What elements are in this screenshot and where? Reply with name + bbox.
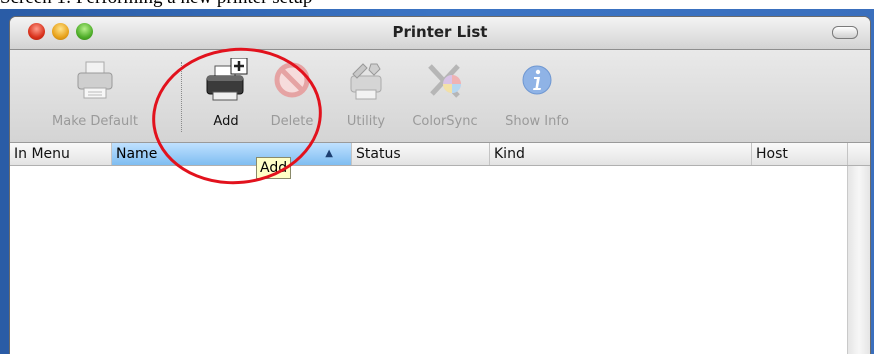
- vertical-scrollbar[interactable]: [847, 166, 870, 354]
- sort-ascending-icon: ▲: [325, 148, 333, 159]
- window-title: Printer List: [392, 23, 488, 41]
- colorsync-label: ColorSync: [412, 114, 478, 129]
- info-icon: [522, 65, 552, 95]
- make-default-button[interactable]: Make Default: [40, 58, 150, 138]
- page-caption: Screen 1: Performing a new printer setup: [0, 0, 874, 9]
- column-host[interactable]: Host: [752, 143, 848, 165]
- column-name-label: Name: [116, 146, 158, 162]
- utility-button[interactable]: Utility: [336, 58, 396, 138]
- toolbar-toggle-button[interactable]: [832, 26, 858, 39]
- column-kind[interactable]: Kind: [490, 143, 752, 165]
- utility-label: Utility: [346, 114, 386, 129]
- table-header: In Menu Name ▲ Status Kind Host: [10, 143, 870, 166]
- printer-utility-icon: [350, 63, 382, 100]
- toolbar: Make Default Add Delete Utility ColorSyn…: [10, 50, 870, 143]
- colorsync-icon: [428, 64, 461, 98]
- colorsync-button[interactable]: ColorSync: [404, 58, 486, 138]
- column-in-menu[interactable]: In Menu: [10, 143, 112, 165]
- show-info-label: Show Info: [505, 114, 569, 129]
- printer-list-window: Printer List Make Default Add Delete Uti…: [10, 17, 870, 354]
- show-info-button[interactable]: Show Info: [496, 58, 578, 138]
- column-status[interactable]: Status: [352, 143, 490, 165]
- title-bar[interactable]: Printer List: [10, 17, 870, 50]
- printer-list[interactable]: [10, 166, 848, 354]
- make-default-label: Make Default: [52, 114, 138, 129]
- printer-default-icon: [77, 61, 113, 99]
